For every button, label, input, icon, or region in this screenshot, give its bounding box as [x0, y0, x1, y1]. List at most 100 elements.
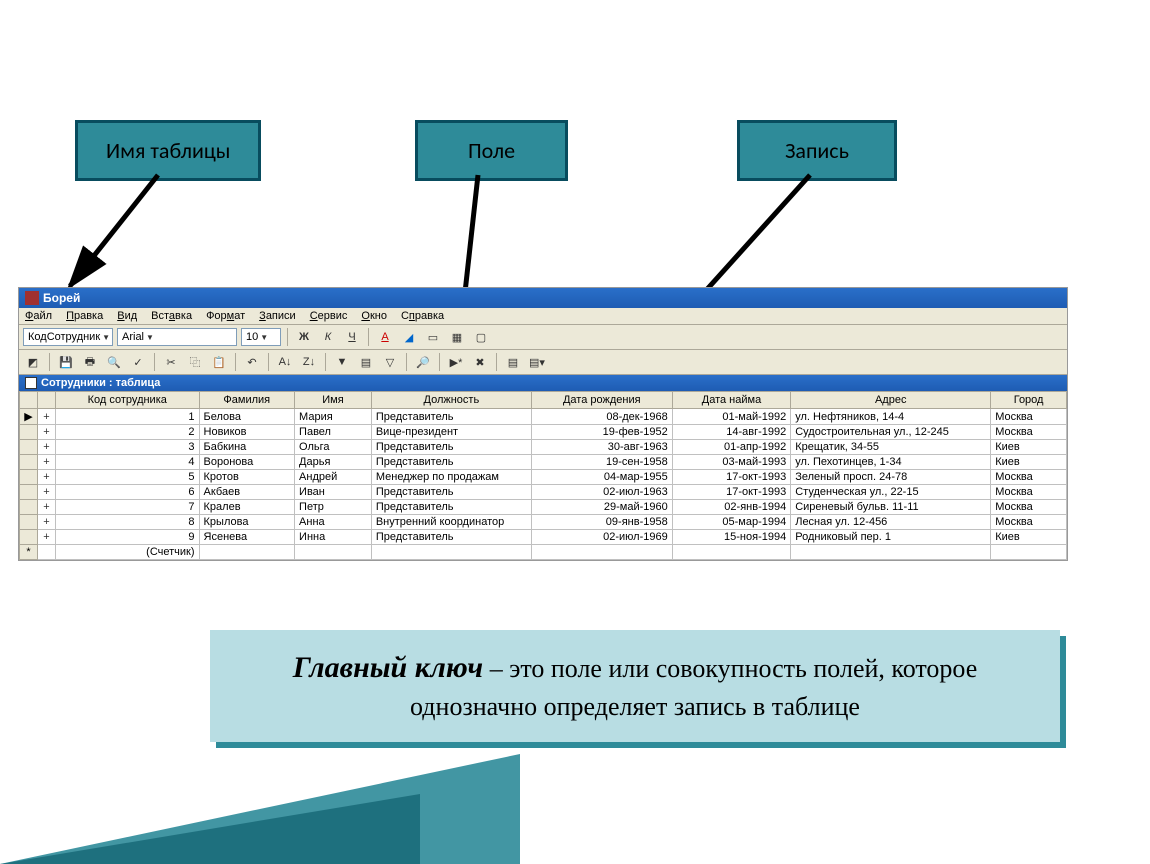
cell-hire[interactable]: 01-апр-1992 [672, 440, 791, 455]
cell-role[interactable]: Представитель [371, 440, 531, 455]
cell-role[interactable]: Представитель [371, 409, 531, 425]
cell-id[interactable]: 1 [56, 409, 200, 425]
col-lastname[interactable]: Фамилия [199, 392, 295, 409]
cell-lastname[interactable]: Акбаев [199, 485, 295, 500]
cell-id[interactable]: 2 [56, 425, 200, 440]
new-record-button[interactable]: ▶* [446, 352, 466, 372]
special-effect-button[interactable]: ▢ [471, 327, 491, 347]
cell-id[interactable]: 6 [56, 485, 200, 500]
cell-id[interactable]: 3 [56, 440, 200, 455]
cell-dob[interactable]: 19-фев-1952 [531, 425, 672, 440]
cell-lastname[interactable]: Белова [199, 409, 295, 425]
font-size[interactable]: 10▼ [241, 328, 281, 346]
row-selector[interactable] [20, 485, 38, 500]
preview-button[interactable]: 🔍 [104, 352, 124, 372]
cell-lastname[interactable]: Кротов [199, 470, 295, 485]
row-selector[interactable] [20, 515, 38, 530]
cell-hire[interactable]: 01-май-1992 [672, 409, 791, 425]
cell-hire[interactable]: 14-авг-1992 [672, 425, 791, 440]
row-selector[interactable] [20, 440, 38, 455]
line-color-button[interactable]: ▭ [423, 327, 443, 347]
cell-dob[interactable]: 19-сен-1958 [531, 455, 672, 470]
gridlines-button[interactable]: ▦ [447, 327, 467, 347]
cell-firstname[interactable]: Иван [295, 485, 372, 500]
subwindow-titlebar[interactable]: Сотрудники : таблица [19, 375, 1067, 391]
cell-city[interactable]: Москва [991, 470, 1067, 485]
data-grid[interactable]: Код сотрудника Фамилия Имя Должность Дат… [19, 391, 1067, 560]
cell-dob[interactable]: 02-июл-1969 [531, 530, 672, 545]
cell-city[interactable]: Киев [991, 455, 1067, 470]
expand-icon[interactable]: + [38, 500, 56, 515]
new-record-row[interactable]: *(Счетчик) [20, 545, 1067, 560]
cell-firstname[interactable]: Анна [295, 515, 372, 530]
expand-icon[interactable]: + [38, 455, 56, 470]
cell-firstname[interactable]: Павел [295, 425, 372, 440]
cell-id[interactable]: 9 [56, 530, 200, 545]
fill-color-button[interactable]: ◢ [399, 327, 419, 347]
cell-hire[interactable]: 02-янв-1994 [672, 500, 791, 515]
delete-record-button[interactable]: ✖ [470, 352, 490, 372]
italic-button[interactable]: К [318, 327, 338, 347]
cell-hire[interactable]: 05-мар-1994 [672, 515, 791, 530]
cell-role[interactable]: Внутренний координатор [371, 515, 531, 530]
menu-service[interactable]: Сервис [310, 310, 348, 322]
cell-role[interactable]: Представитель [371, 530, 531, 545]
cell-addr[interactable]: ул. Нефтяников, 14-4 [791, 409, 991, 425]
cell-dob[interactable]: 08-дек-1968 [531, 409, 672, 425]
table-row[interactable]: +2НовиковПавелВице-президент19-фев-19521… [20, 425, 1067, 440]
col-city[interactable]: Город [991, 392, 1067, 409]
cell-firstname[interactable]: Дарья [295, 455, 372, 470]
cell-hire[interactable]: 15-ноя-1994 [672, 530, 791, 545]
cell-dob[interactable]: 30-авг-1963 [531, 440, 672, 455]
menu-edit[interactable]: Правка [66, 310, 103, 322]
row-selector[interactable] [20, 530, 38, 545]
row-selector[interactable] [20, 455, 38, 470]
filter-selection-button[interactable]: ▼ [332, 352, 352, 372]
menu-window[interactable]: Окно [361, 310, 387, 322]
expand-icon[interactable]: + [38, 425, 56, 440]
cell-role[interactable]: Вице-президент [371, 425, 531, 440]
col-firstname[interactable]: Имя [295, 392, 372, 409]
cell-addr[interactable]: Зеленый просп. 24-78 [791, 470, 991, 485]
cell-role[interactable]: Представитель [371, 500, 531, 515]
cell-city[interactable]: Киев [991, 440, 1067, 455]
row-selector[interactable] [20, 425, 38, 440]
save-button[interactable]: 💾 [56, 352, 76, 372]
expand-icon[interactable]: + [38, 530, 56, 545]
cell-lastname[interactable]: Бабкина [199, 440, 295, 455]
db-window-button[interactable]: ▤ [503, 352, 523, 372]
cut-button[interactable]: ✂ [161, 352, 181, 372]
table-row[interactable]: +8КрыловаАннаВнутренний координатор09-ян… [20, 515, 1067, 530]
cell-city[interactable]: Москва [991, 515, 1067, 530]
cell-firstname[interactable]: Мария [295, 409, 372, 425]
expand-icon[interactable]: + [38, 485, 56, 500]
sort-desc-button[interactable]: Z↓ [299, 352, 319, 372]
paste-button[interactable]: 📋 [209, 352, 229, 372]
cell-lastname[interactable]: Воронова [199, 455, 295, 470]
cell-dob[interactable]: 29-май-1960 [531, 500, 672, 515]
cell-city[interactable]: Москва [991, 409, 1067, 425]
col-dob[interactable]: Дата рождения [531, 392, 672, 409]
expand-icon[interactable]: + [38, 440, 56, 455]
menu-insert[interactable]: Вставка [151, 310, 192, 322]
cell-city[interactable]: Москва [991, 425, 1067, 440]
table-row[interactable]: +9ЯсеневаИннаПредставитель02-июл-196915-… [20, 530, 1067, 545]
cell-hire[interactable]: 03-май-1993 [672, 455, 791, 470]
cell-role[interactable]: Представитель [371, 455, 531, 470]
find-button[interactable]: 🔎 [413, 352, 433, 372]
undo-button[interactable]: ↶ [242, 352, 262, 372]
cell-addr[interactable]: Сиреневый бульв. 11-11 [791, 500, 991, 515]
toggle-filter-button[interactable]: ▽ [380, 352, 400, 372]
cell-dob[interactable]: 04-мар-1955 [531, 470, 672, 485]
table-row[interactable]: ▶+1БеловаМарияПредставитель08-дек-196801… [20, 409, 1067, 425]
cell-addr[interactable]: Родниковый пер. 1 [791, 530, 991, 545]
cell-id[interactable]: 4 [56, 455, 200, 470]
spellcheck-button[interactable]: ✓ [128, 352, 148, 372]
table-row[interactable]: +5КротовАндрейМенеджер по продажам04-мар… [20, 470, 1067, 485]
menu-help[interactable]: Справка [401, 310, 444, 322]
table-row[interactable]: +4ВороноваДарьяПредставитель19-сен-19580… [20, 455, 1067, 470]
row-selector[interactable] [20, 500, 38, 515]
cell-role[interactable]: Менеджер по продажам [371, 470, 531, 485]
col-role[interactable]: Должность [371, 392, 531, 409]
row-selector[interactable] [20, 470, 38, 485]
